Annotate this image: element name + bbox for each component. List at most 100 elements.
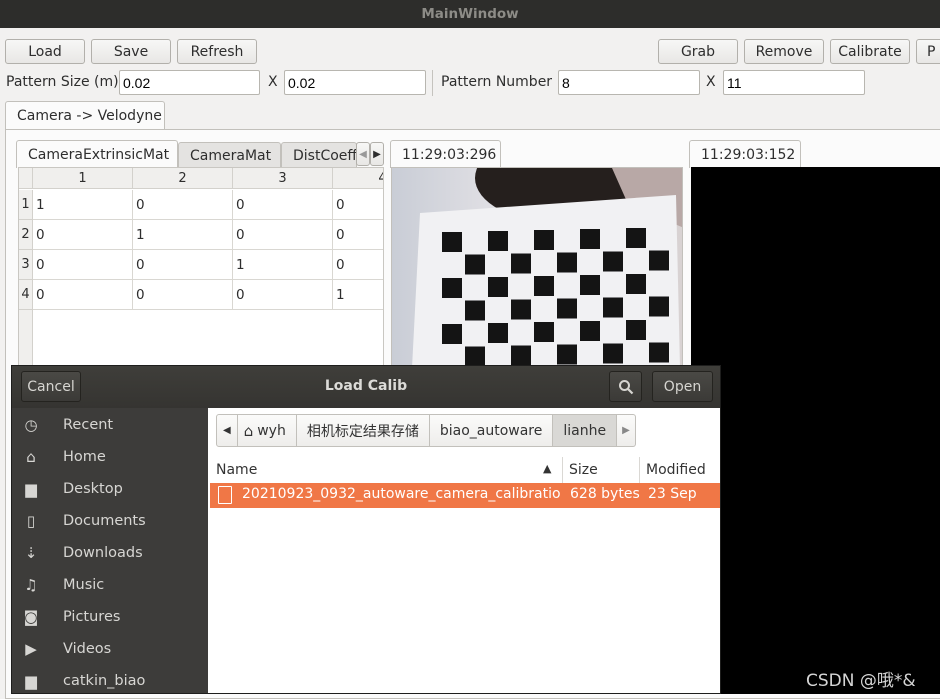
checker-square [465, 346, 485, 366]
sort-ascending-icon: ▲ [543, 462, 552, 475]
sidebar-item-downloads[interactable]: ⇣ Downloads [12, 537, 208, 569]
tab-camera-extrinsic-mat[interactable]: CameraExtrinsicMat [16, 140, 178, 168]
tab-scroll-right-icon[interactable]: ▶ [370, 142, 384, 166]
checker-square [626, 228, 646, 248]
save-button[interactable]: Save [91, 39, 171, 64]
checker-square [649, 342, 669, 363]
sidebar-item-label: Downloads [63, 545, 143, 561]
sidebar-item-desktop[interactable]: ▆ Desktop [12, 473, 208, 505]
tab-camera-image[interactable]: 11:29:03:296 [390, 140, 501, 168]
table-cell[interactable]: 0 [233, 190, 333, 220]
checker-square [626, 320, 646, 340]
sidebar-item-music[interactable]: ♫ Music [12, 569, 208, 601]
tab-scroll-left-icon[interactable]: ◀ [356, 142, 370, 166]
tab-camera-velodyne[interactable]: Camera -> Velodyne [5, 101, 165, 130]
toolbar-divider [432, 70, 433, 96]
overflow-button[interactable]: P [916, 39, 940, 64]
search-button[interactable] [609, 371, 642, 402]
tab-camera-velodyne-label: Camera -> Velodyne [17, 108, 162, 124]
table-cell[interactable]: 0 [33, 220, 133, 250]
path-segment-current[interactable]: lianhe [553, 414, 618, 447]
row-header[interactable]: 3 [19, 250, 33, 280]
table-cell[interactable]: 1 [33, 190, 133, 220]
load-calib-dialog[interactable]: Cancel Load Calib Open ◷ Recent ⌂ Home ▆… [11, 365, 721, 694]
grab-button[interactable]: Grab [658, 39, 738, 64]
table-cell[interactable]: 0 [133, 280, 233, 310]
path-segment-label: wyh [257, 422, 286, 439]
tab-camera-mat[interactable]: CameraMat [178, 142, 281, 168]
table-cell[interactable]: 0 [133, 250, 233, 280]
sidebar-item-pictures[interactable]: ◙ Pictures [12, 601, 208, 633]
table-cell[interactable]: 0 [233, 280, 333, 310]
checker-square [580, 321, 600, 341]
sidebar-item-documents[interactable]: ▯ Documents [12, 505, 208, 537]
velodyne-view[interactable] [691, 167, 940, 694]
camera-view[interactable] [391, 167, 683, 367]
row-header[interactable]: 2 [19, 220, 33, 250]
path-segment[interactable]: 相机标定结果存储 [296, 414, 430, 447]
path-scroll-right-icon[interactable]: ▶ [617, 414, 636, 447]
checker-square [511, 253, 531, 274]
column-name[interactable]: Name ▲ [210, 457, 563, 483]
tab-velodyne-view[interactable]: 11:29:03:152 [689, 140, 801, 168]
row-header[interactable]: 4 [19, 280, 33, 310]
sidebar-item-label: Music [63, 577, 105, 593]
sidebar-item-label: Documents [63, 513, 146, 529]
document-icon: ▯ [26, 512, 36, 530]
checker-square [626, 274, 646, 294]
pattern-size-y-input[interactable] [284, 70, 426, 95]
path-segment-label: lianhe [563, 422, 607, 439]
column-header[interactable]: 2 [133, 168, 233, 189]
table-cell[interactable]: 0 [333, 190, 383, 220]
table-cell[interactable]: 0 [33, 280, 133, 310]
sidebar-item-recent[interactable]: ◷ Recent [12, 409, 208, 441]
tab-camera-mat-label: CameraMat [190, 147, 272, 164]
pattern-number-y-input[interactable] [723, 70, 865, 95]
column-header[interactable]: 3 [233, 168, 333, 189]
tab-dist-coeff[interactable]: DistCoeff [281, 142, 357, 168]
column-header[interactable]: 4 [333, 168, 383, 189]
path-segment-label: 相机标定结果存储 [306, 423, 419, 440]
file-name: 20210923_0932_autoware_camera_calibratio… [242, 486, 562, 502]
refresh-button[interactable]: Refresh [177, 39, 257, 64]
checker-square [511, 299, 531, 320]
checker-square [442, 232, 462, 252]
column-modified-label: Modified [646, 462, 706, 478]
row-header[interactable]: 1 [19, 190, 33, 220]
table-cell[interactable]: 0 [233, 220, 333, 250]
home-icon: ⌂ [26, 448, 36, 466]
load-button[interactable]: Load [5, 39, 85, 64]
checker-square [649, 250, 669, 271]
table-cell[interactable]: 1 [333, 280, 383, 310]
column-size[interactable]: Size [563, 457, 640, 483]
table-cell[interactable]: 0 [333, 250, 383, 280]
extrinsic-matrix-table[interactable]: 1 2 3 4 1 2 3 4 1 0 0 0 0 1 0 0 0 0 1 0 … [18, 167, 384, 367]
places-sidebar: ◷ Recent ⌂ Home ▆ Desktop ▯ Documents ⇣ … [12, 408, 208, 693]
column-header[interactable]: 1 [33, 168, 133, 189]
table-cell[interactable]: 0 [333, 220, 383, 250]
sidebar-item-catkin-biao[interactable]: ▆ catkin_biao [12, 665, 208, 693]
column-modified[interactable]: Modified [640, 457, 720, 483]
calibrate-button[interactable]: Calibrate [830, 39, 910, 64]
table-cell[interactable]: 0 [33, 250, 133, 280]
checker-square [488, 323, 508, 343]
folder-icon: ▆ [25, 672, 37, 690]
checker-square [534, 276, 554, 296]
path-scroll-left-icon[interactable]: ◀ [216, 414, 238, 447]
sidebar-item-label: Home [63, 449, 106, 465]
table-cell[interactable]: 0 [133, 190, 233, 220]
path-segment-home[interactable]: ⌂ wyh [237, 414, 297, 447]
checker-square [557, 298, 577, 319]
sidebar-item-videos[interactable]: ▶ Videos [12, 633, 208, 665]
table-cell[interactable]: 1 [133, 220, 233, 250]
sidebar-item-home[interactable]: ⌂ Home [12, 441, 208, 473]
path-segment[interactable]: biao_autoware [429, 414, 554, 447]
file-row[interactable]: 20210923_0932_autoware_camera_calibratio… [210, 483, 720, 508]
pattern-size-x-input[interactable] [119, 70, 260, 95]
remove-button[interactable]: Remove [744, 39, 824, 64]
open-button[interactable]: Open [652, 371, 713, 402]
pattern-number-x-input[interactable] [558, 70, 700, 95]
window-title: MainWindow [421, 6, 519, 22]
checker-square [465, 254, 485, 275]
table-cell[interactable]: 1 [233, 250, 333, 280]
